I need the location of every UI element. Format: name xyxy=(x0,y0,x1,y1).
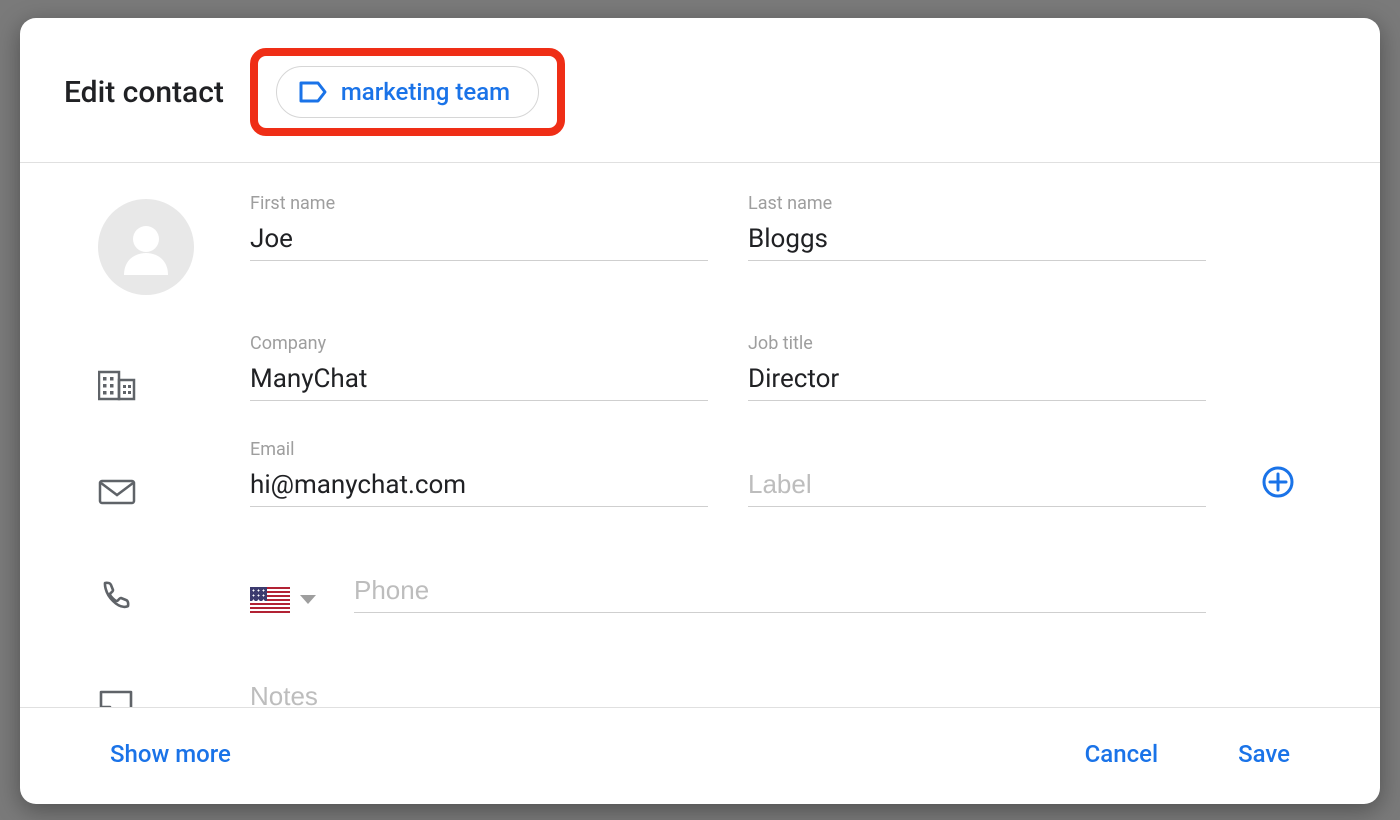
notes-icon xyxy=(98,689,134,707)
name-row: First name Last name xyxy=(90,187,1310,295)
flag-us-icon xyxy=(250,587,290,613)
company-row: Company Job title xyxy=(90,321,1310,401)
email-label-input[interactable] xyxy=(748,465,1206,507)
first-name-field: First name xyxy=(250,193,708,261)
chevron-down-icon xyxy=(300,595,316,604)
label-chip-text: marketing team xyxy=(341,78,510,106)
dialog-title: Edit contact xyxy=(64,75,224,110)
email-input[interactable] xyxy=(250,466,708,507)
label-chip[interactable]: marketing team xyxy=(276,66,539,118)
email-row: Email xyxy=(90,427,1310,507)
email-icon-col xyxy=(90,471,210,507)
job-title-input[interactable] xyxy=(748,360,1206,401)
show-more-button[interactable]: Show more xyxy=(90,732,251,776)
company-field: Company xyxy=(250,333,708,401)
phone-icon-col xyxy=(90,573,210,613)
cancel-button[interactable]: Cancel xyxy=(1065,732,1178,776)
notes-field xyxy=(250,677,1206,707)
notes-icon-col xyxy=(90,683,210,707)
email-field: Email xyxy=(250,439,708,507)
label-chip-highlight: marketing team xyxy=(250,48,565,136)
phone-field xyxy=(354,571,1206,613)
tag-icon xyxy=(299,81,327,103)
company-input[interactable] xyxy=(250,360,708,401)
dialog-header: Edit contact marketing team xyxy=(20,18,1380,162)
company-label: Company xyxy=(250,333,708,354)
add-email-button[interactable] xyxy=(1246,465,1310,507)
avatar-col xyxy=(90,187,210,295)
edit-contact-dialog: Edit contact marketing team xyxy=(20,18,1380,804)
company-icon xyxy=(98,369,136,401)
save-button[interactable]: Save xyxy=(1218,732,1310,776)
last-name-field: Last name xyxy=(748,193,1206,261)
email-label: Email xyxy=(250,439,708,460)
email-icon xyxy=(98,477,136,507)
first-name-input[interactable] xyxy=(250,220,708,261)
dialog-footer: Show more Cancel Save xyxy=(20,707,1380,804)
notes-input[interactable] xyxy=(250,677,1206,707)
company-icon-col xyxy=(90,363,210,401)
phone-country-selector[interactable] xyxy=(250,587,330,613)
notes-row xyxy=(90,639,1310,707)
email-label-field xyxy=(748,439,1206,507)
add-circle-icon xyxy=(1261,465,1295,503)
job-title-label: Job title xyxy=(748,333,1206,354)
last-name-label: Last name xyxy=(748,193,1206,214)
avatar-icon[interactable] xyxy=(98,199,194,295)
phone-row xyxy=(90,533,1310,613)
last-name-input[interactable] xyxy=(748,220,1206,261)
job-title-field: Job title xyxy=(748,333,1206,401)
phone-icon xyxy=(98,579,132,613)
phone-input[interactable] xyxy=(354,571,1206,613)
form-area: First name Last name xyxy=(20,163,1380,707)
first-name-label: First name xyxy=(250,193,708,214)
